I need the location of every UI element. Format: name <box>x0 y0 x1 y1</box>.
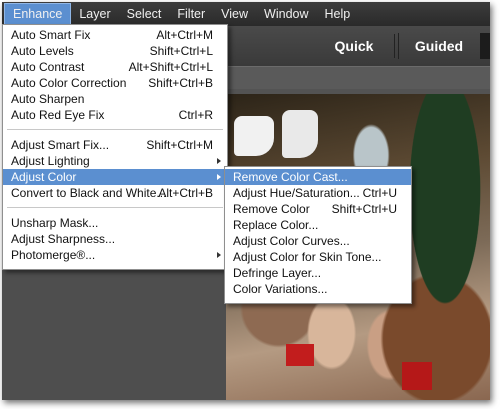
menu-item-auto-sharpen[interactable]: Auto Sharpen <box>3 91 227 107</box>
submenu-item-adjust-color-skin-tone[interactable]: Adjust Color for Skin Tone... <box>225 249 411 265</box>
present <box>402 362 432 390</box>
submenu-item-remove-color-cast[interactable]: Remove Color Cast... <box>225 169 411 185</box>
menu-item-unsharp-mask[interactable]: Unsharp Mask... <box>3 215 227 231</box>
stocking <box>234 116 274 156</box>
menu-item-adjust-sharpness[interactable]: Adjust Sharpness... <box>3 231 227 247</box>
menu-item-photomerge[interactable]: Photomerge®... <box>3 247 227 263</box>
guided-mode-button[interactable]: Guided <box>398 33 479 59</box>
menu-filter[interactable]: Filter <box>169 2 213 26</box>
menu-item-convert-to-black-and-white[interactable]: Convert to Black and White... Alt+Ctrl+B <box>3 185 227 201</box>
submenu-item-defringe-layer[interactable]: Defringe Layer... <box>225 265 411 281</box>
submenu-item-replace-color[interactable]: Replace Color... <box>225 217 411 233</box>
menu-item-auto-smart-fix[interactable]: Auto Smart Fix Alt+Ctrl+M <box>3 27 227 43</box>
submenu-item-remove-color[interactable]: Remove Color Shift+Ctrl+U <box>225 201 411 217</box>
submenu-arrow-icon <box>217 252 221 258</box>
menu-separator <box>7 129 223 130</box>
submenu-arrow-icon <box>217 174 221 180</box>
present <box>286 344 314 366</box>
menu-window[interactable]: Window <box>256 2 316 26</box>
menu-view[interactable]: View <box>213 2 256 26</box>
submenu-item-adjust-hue-saturation[interactable]: Adjust Hue/Saturation... Ctrl+U <box>225 185 411 201</box>
menu-item-adjust-smart-fix[interactable]: Adjust Smart Fix... Shift+Ctrl+M <box>3 137 227 153</box>
menu-enhance[interactable]: Enhance <box>4 3 72 25</box>
submenu-item-color-variations[interactable]: Color Variations... <box>225 281 411 297</box>
mode-divider <box>394 34 395 58</box>
submenu-arrow-icon <box>217 158 221 164</box>
menu-item-auto-levels[interactable]: Auto Levels Shift+Ctrl+L <box>3 43 227 59</box>
menu-help[interactable]: Help <box>317 2 359 26</box>
christmas-tree <box>400 94 490 334</box>
adjust-color-submenu: Remove Color Cast... Adjust Hue/Saturati… <box>224 166 412 304</box>
menu-item-auto-color-correction[interactable]: Auto Color Correction Shift+Ctrl+B <box>3 75 227 91</box>
menu-select[interactable]: Select <box>119 2 170 26</box>
menu-item-auto-red-eye-fix[interactable]: Auto Red Eye Fix Ctrl+R <box>3 107 227 123</box>
expert-mode-button[interactable] <box>480 33 490 59</box>
menu-separator <box>7 207 223 208</box>
menu-item-adjust-lighting[interactable]: Adjust Lighting <box>3 153 227 169</box>
menu-item-auto-contrast[interactable]: Auto Contrast Alt+Shift+Ctrl+L <box>3 59 227 75</box>
menu-item-adjust-color[interactable]: Adjust Color <box>3 169 227 185</box>
submenu-item-adjust-color-curves[interactable]: Adjust Color Curves... <box>225 233 411 249</box>
enhance-menu: Auto Smart Fix Alt+Ctrl+M Auto Levels Sh… <box>2 24 228 270</box>
menu-bar: Enhance Layer Select Filter View Window … <box>2 2 490 26</box>
stocking <box>282 110 318 158</box>
quick-mode-button[interactable]: Quick <box>314 33 394 59</box>
menu-layer[interactable]: Layer <box>71 2 118 26</box>
